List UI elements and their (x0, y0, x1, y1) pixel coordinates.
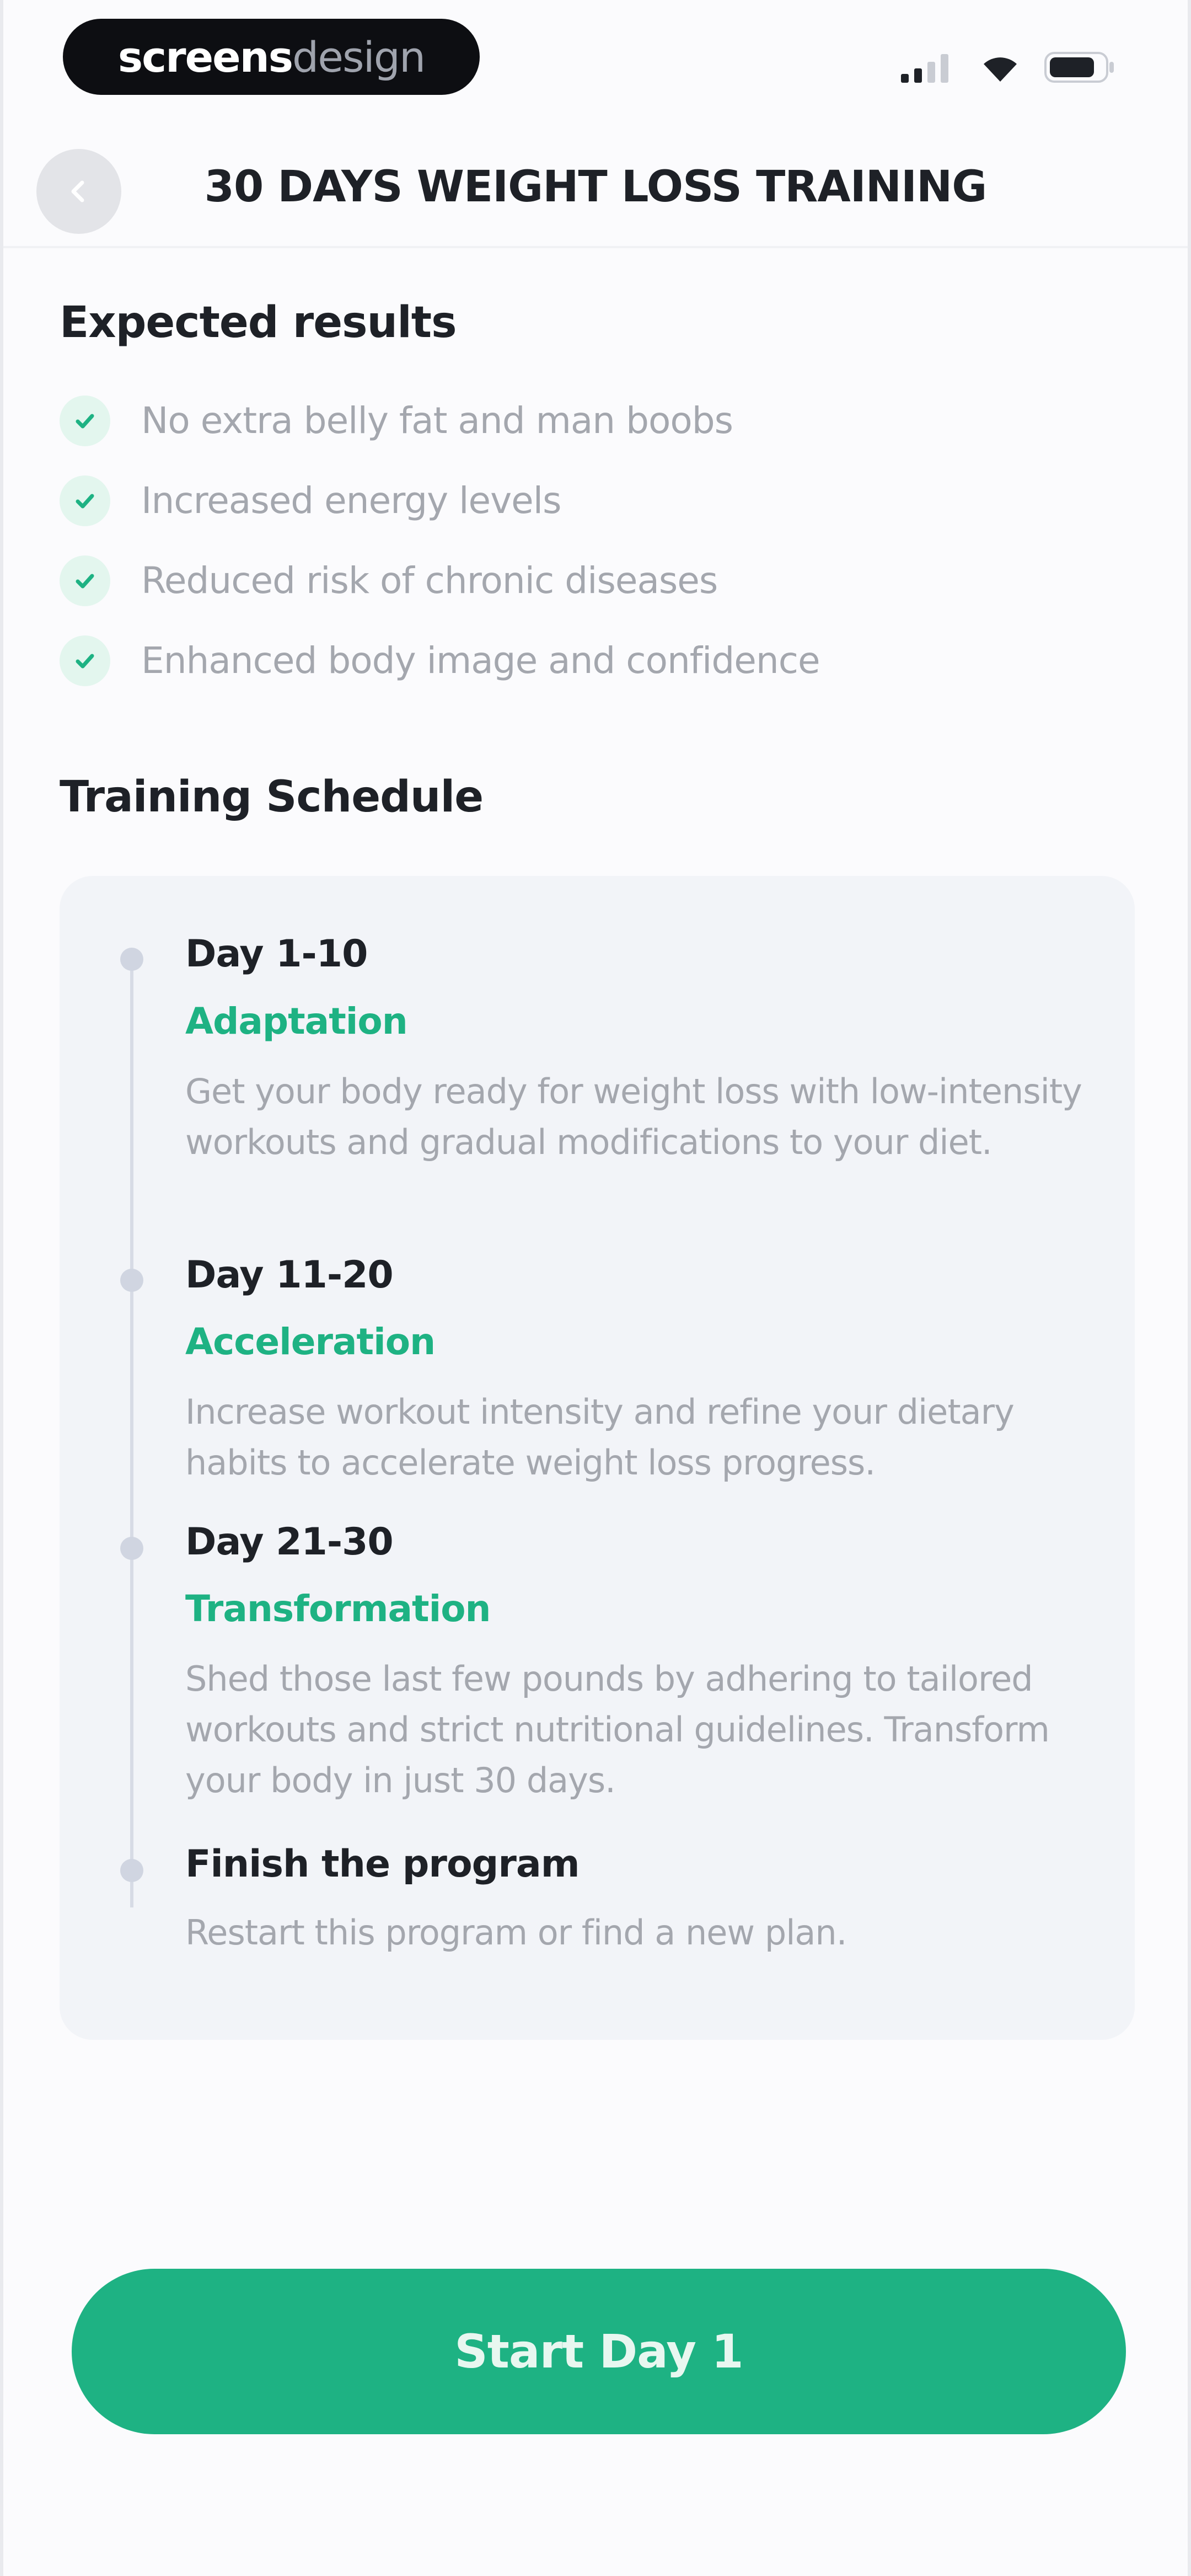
result-item: Increased energy levels (60, 461, 1140, 541)
phase-day: Day 1-10 (185, 932, 368, 976)
result-item: Reduced risk of chronic diseases (60, 541, 1140, 621)
page-header: 30 DAYS WEIGHT LOSS TRAINING (3, 138, 1188, 248)
start-day-button[interactable]: Start Day 1 (72, 2269, 1126, 2434)
phase-name: Transformation (185, 1588, 491, 1630)
phase-name: Acceleration (185, 1321, 436, 1363)
expected-results-title: Expected results (60, 298, 457, 348)
status-bar: screens design (3, 0, 1188, 116)
timeline-dot (120, 948, 143, 971)
result-text: Enhanced body image and confidence (141, 639, 820, 682)
phase-day: Day 21-30 (185, 1520, 394, 1564)
training-schedule-title: Training Schedule (60, 772, 484, 822)
brand-logo-light: design (292, 32, 426, 82)
check-icon (60, 395, 110, 446)
result-item: No extra belly fat and man boobs (60, 381, 1140, 461)
brand-logo: screens design (63, 19, 480, 95)
phase-description: Increase workout intensity and refine yo… (185, 1392, 1015, 1483)
training-schedule-card: Day 1-10 Adaptation Get your body ready … (60, 876, 1135, 2040)
status-icons (901, 51, 1116, 84)
wifi-icon (984, 57, 1017, 82)
check-icon (60, 635, 110, 686)
result-text: Increased energy levels (141, 479, 561, 522)
result-item: Enhanced body image and confidence (60, 621, 1140, 701)
check-icon (60, 555, 110, 606)
app-screen: screens design 30 DAYS WEIGHT LOSS TRAIN… (0, 0, 1191, 2576)
result-text: No extra belly fat and man boobs (141, 399, 733, 442)
result-text: Reduced risk of chronic diseases (141, 559, 718, 602)
phase-day: Finish the program (185, 1842, 580, 1886)
timeline-dot (120, 1859, 143, 1882)
cellular-signal-icon (901, 54, 948, 83)
phase-description: Get your body ready for weight loss with… (185, 1071, 1082, 1162)
timeline-dot (120, 1537, 143, 1560)
timeline-dot (120, 1269, 143, 1292)
phase-description: Restart this program or find a new plan. (185, 1912, 847, 1953)
phase-name: Adaptation (185, 1000, 408, 1043)
battery-icon (1044, 52, 1114, 83)
phase-day: Day 11-20 (185, 1253, 394, 1297)
check-icon (60, 475, 110, 526)
phase-description: Shed those last few pounds by adhering t… (185, 1659, 1050, 1800)
brand-logo-strong: screens (117, 32, 293, 82)
timeline-line (130, 959, 133, 1907)
main-content: Expected results No extra belly fat and … (60, 298, 1140, 2040)
page-title: 30 DAYS WEIGHT LOSS TRAINING (204, 162, 988, 212)
expected-results-list: No extra belly fat and man boobs Increas… (60, 381, 1140, 701)
